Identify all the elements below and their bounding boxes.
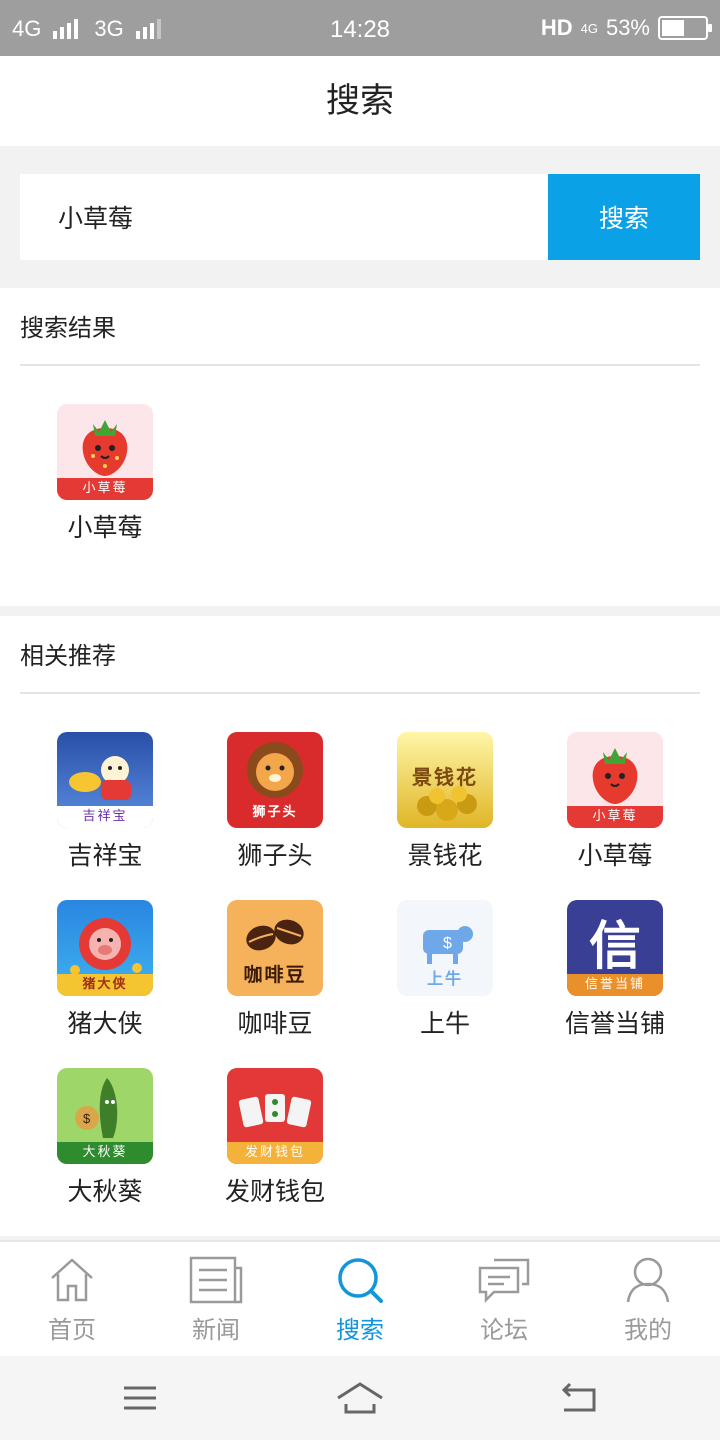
- back-icon[interactable]: [550, 1378, 610, 1418]
- svg-text:$: $: [83, 1111, 91, 1126]
- tab-news[interactable]: 新闻: [144, 1242, 288, 1358]
- okra-app-icon: $ 大秋葵: [57, 1068, 153, 1164]
- mahjong-app-icon: 发财钱包: [227, 1068, 323, 1164]
- app-item-lion[interactable]: 狮子头 狮子头: [190, 732, 360, 872]
- app-label: 发财钱包: [224, 1177, 325, 1206]
- jixiangbao-app-icon: 吉祥宝: [57, 732, 153, 828]
- pig-app-icon: 猪大侠: [57, 900, 153, 996]
- app-label: 狮子头: [237, 841, 313, 870]
- status-right: HD 4G 53%: [540, 15, 712, 41]
- app-item-pig[interactable]: 猪大侠 猪大侠: [20, 900, 190, 1040]
- bottom-tab-bar: 首页 新闻 搜索 论坛 我的: [0, 1240, 720, 1356]
- tab-label: 搜索: [336, 1316, 384, 1344]
- app-label: 大秋葵: [67, 1177, 143, 1206]
- recommendations-panel: 相关推荐 吉祥宝 吉祥宝 狮子头 狮子头 景钱花 景钱花 小草莓 小草莓 猪大侠…: [0, 616, 720, 1236]
- app-item-jingqianhua[interactable]: 景钱花 景钱花: [360, 732, 530, 872]
- app-item-result-strawberry[interactable]: 小草莓 小草莓: [20, 404, 190, 544]
- strawberry-app-icon: 小草莓: [567, 732, 663, 828]
- tab-label: 首页: [48, 1316, 96, 1344]
- app-icon-caption: 大秋葵: [57, 1142, 153, 1164]
- system-navigation-bar: [0, 1356, 720, 1440]
- app-icon-caption: 上牛: [426, 969, 463, 988]
- coffee-bean-app-icon: 咖啡豆: [227, 900, 323, 996]
- app-icon-caption: 小草莓: [567, 806, 663, 828]
- app-item-coffee-bean[interactable]: 咖啡豆 咖啡豆: [190, 900, 360, 1040]
- hd-indicator: HD: [540, 15, 573, 40]
- app-icon-caption: 小草莓: [57, 478, 153, 500]
- app-icon-caption: 吉祥宝: [57, 806, 153, 828]
- section-title-results: 搜索结果: [20, 288, 700, 366]
- app-icon-caption: 猪大侠: [57, 974, 153, 996]
- tab-search[interactable]: 搜索: [288, 1242, 432, 1358]
- home-icon: [51, 1258, 93, 1302]
- app-item-strawberry[interactable]: 小草莓 小草莓: [530, 732, 700, 872]
- search-button[interactable]: 搜索: [548, 174, 700, 260]
- strawberry-app-icon: 小草莓: [57, 404, 153, 500]
- app-icon-caption: 咖啡豆: [243, 964, 307, 986]
- menu-icon[interactable]: [110, 1378, 170, 1418]
- app-icon-caption: 信誉当铺: [567, 974, 663, 996]
- app-label: 咖啡豆: [237, 1009, 313, 1038]
- app-icon-caption: 狮子头: [252, 805, 298, 820]
- tab-label: 论坛: [480, 1316, 528, 1344]
- search-results-panel: 搜索结果 小草莓 小草莓: [0, 288, 720, 606]
- home-nav-icon[interactable]: [330, 1378, 390, 1418]
- forum-icon: [478, 1258, 530, 1304]
- app-item-pawnshop[interactable]: 信 信誉当铺 信誉当铺: [530, 900, 700, 1040]
- app-item-bull[interactable]: $ 上牛 上牛: [360, 900, 530, 1040]
- app-label: 景钱花: [407, 841, 483, 870]
- status-bar: 4G 3G 14:28 HD 4G 53%: [0, 0, 720, 56]
- pawnshop-glyph: 信: [588, 917, 641, 977]
- profile-icon: [626, 1257, 670, 1303]
- app-label: 小草莓: [577, 841, 653, 870]
- gold-coins-app-icon: 景钱花: [397, 732, 493, 828]
- bull-app-icon: $ 上牛: [397, 900, 493, 996]
- app-icon-caption: 景钱花: [412, 765, 478, 789]
- lte-indicator: 4G: [580, 20, 598, 36]
- svg-text:$: $: [443, 935, 452, 952]
- app-icon-caption: 发财钱包: [227, 1142, 323, 1164]
- app-item-okra[interactable]: $ 大秋葵 大秋葵: [20, 1068, 190, 1208]
- search-input[interactable]: [20, 174, 548, 260]
- app-label: 小草莓: [67, 513, 143, 542]
- pawnshop-app-icon: 信 信誉当铺: [567, 900, 663, 996]
- page-title: 搜索: [0, 56, 720, 146]
- battery-percent: 53%: [605, 15, 650, 40]
- search-bar: 搜索: [20, 174, 700, 260]
- app-label: 上牛: [419, 1009, 470, 1038]
- app-label: 吉祥宝: [67, 841, 143, 870]
- lion-app-icon: 狮子头: [227, 732, 323, 828]
- tab-home[interactable]: 首页: [0, 1242, 144, 1358]
- tab-label: 新闻: [192, 1316, 240, 1344]
- app-label: 猪大侠: [67, 1009, 143, 1038]
- battery-icon: [658, 16, 712, 40]
- search-icon: [338, 1258, 383, 1303]
- tab-profile[interactable]: 我的: [576, 1242, 720, 1358]
- section-title-recommend: 相关推荐: [20, 616, 700, 694]
- news-icon: [189, 1256, 243, 1304]
- app-label: 信誉当铺: [564, 1009, 665, 1038]
- app-item-mahjong-wallet[interactable]: 发财钱包 发财钱包: [190, 1068, 360, 1208]
- app-item-jixiangbao[interactable]: 吉祥宝 吉祥宝: [20, 732, 190, 872]
- tab-label: 我的: [624, 1316, 672, 1344]
- tab-forum[interactable]: 论坛: [432, 1242, 576, 1358]
